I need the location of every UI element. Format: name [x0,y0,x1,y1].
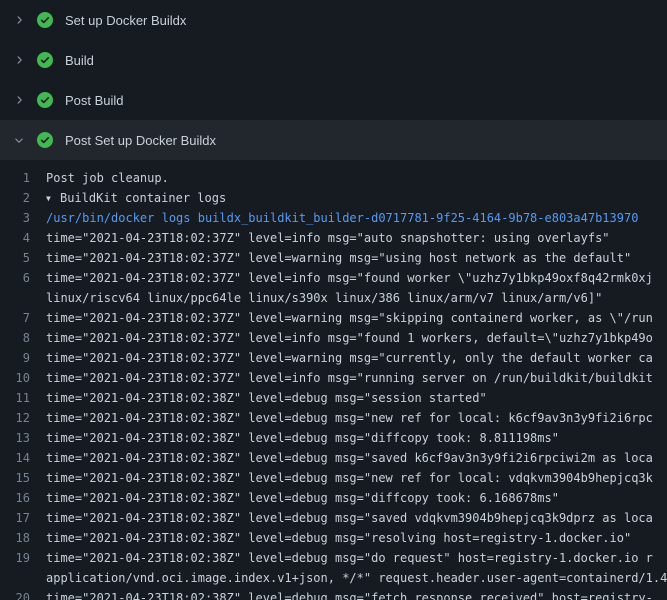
log-line-number[interactable]: 13 [0,428,46,448]
log-line: 13 time="2021-04-23T18:02:38Z" level=deb… [0,428,667,448]
step-header-build[interactable]: Build [0,40,667,80]
success-check-circle-icon [37,132,53,148]
log-line-text: /usr/bin/docker logs buildx_buildkit_bui… [46,208,667,228]
success-check-circle-icon [37,12,53,28]
log-line-text: time="2021-04-23T18:02:37Z" level=info m… [46,268,667,288]
log-line-text: time="2021-04-23T18:02:38Z" level=debug … [46,508,667,528]
log-line-number[interactable]: 20 [0,588,46,600]
log-line-number[interactable]: 1 [0,168,46,188]
log-line: 18 time="2021-04-23T18:02:38Z" level=deb… [0,528,667,548]
step-label: Build [65,53,94,68]
step-header-set-up-docker-buildx[interactable]: Set up Docker Buildx [0,0,667,40]
log-line-number [0,288,46,308]
log-line: 4 time="2021-04-23T18:02:37Z" level=info… [0,228,667,248]
log-line-text: time="2021-04-23T18:02:38Z" level=debug … [46,588,667,600]
log-group-caret-icon[interactable]: ▼ [46,189,60,208]
workflow-log-viewer: Set up Docker Buildx Build Post Buil [0,0,667,600]
log-line-text: time="2021-04-23T18:02:38Z" level=debug … [46,428,667,448]
log-line: 16 time="2021-04-23T18:02:38Z" level=deb… [0,488,667,508]
chevron-right-icon[interactable] [13,52,27,68]
log-line-text: time="2021-04-23T18:02:37Z" level=info m… [46,328,667,348]
log-line-number[interactable]: 4 [0,228,46,248]
log-line-number[interactable]: 11 [0,388,46,408]
log-line: 11 time="2021-04-23T18:02:38Z" level=deb… [0,388,667,408]
log-line: 7 time="2021-04-23T18:02:37Z" level=warn… [0,308,667,328]
log-line-number[interactable]: 14 [0,448,46,468]
chevron-down-icon[interactable] [13,132,27,148]
log-line: 15 time="2021-04-23T18:02:38Z" level=deb… [0,468,667,488]
log-line: 10 time="2021-04-23T18:02:37Z" level=inf… [0,368,667,388]
log-line-text: time="2021-04-23T18:02:37Z" level=warnin… [46,248,667,268]
log-line-number[interactable]: 10 [0,368,46,388]
log-line: 6 time="2021-04-23T18:02:37Z" level=info… [0,268,667,288]
log-line-text: time="2021-04-23T18:02:38Z" level=debug … [46,388,667,408]
log-line-number[interactable]: 9 [0,348,46,368]
log-line-number[interactable]: 7 [0,308,46,328]
log-line-text: time="2021-04-23T18:02:38Z" level=debug … [46,528,667,548]
log-line-number[interactable]: 19 [0,548,46,568]
step-label: Post Set up Docker Buildx [65,133,216,148]
log-line: 12 time="2021-04-23T18:02:38Z" level=deb… [0,408,667,428]
log-line-number[interactable]: 18 [0,528,46,548]
log-line-text: time="2021-04-23T18:02:37Z" level=info m… [46,228,667,248]
log-line-text: time="2021-04-23T18:02:37Z" level=warnin… [46,348,667,368]
log-line-number[interactable]: 15 [0,468,46,488]
log-line-text: Post job cleanup. [46,168,667,188]
log-line-number[interactable]: 17 [0,508,46,528]
log-line-text: time="2021-04-23T18:02:38Z" level=debug … [46,488,667,508]
log-line-text: time="2021-04-23T18:02:38Z" level=debug … [46,408,667,428]
log-line-number[interactable]: 8 [0,328,46,348]
log-line-text: application/vnd.oci.image.index.v1+json,… [46,568,667,588]
job-steps: Set up Docker Buildx Build Post Buil [0,0,667,160]
step-label: Post Build [65,93,124,108]
chevron-right-icon[interactable] [13,12,27,28]
log-line-text: time="2021-04-23T18:02:38Z" level=debug … [46,548,667,568]
chevron-right-icon[interactable] [13,92,27,108]
step-label: Set up Docker Buildx [65,13,186,28]
log-line-number[interactable]: 6 [0,268,46,288]
log-line-text: linux/riscv64 linux/ppc64le linux/s390x … [46,288,667,308]
log-line: 8 time="2021-04-23T18:02:37Z" level=info… [0,328,667,348]
log-line-text: time="2021-04-23T18:02:38Z" level=debug … [46,468,667,488]
log-line-text: time="2021-04-23T18:02:38Z" level=debug … [46,448,667,468]
log-line-number[interactable]: 16 [0,488,46,508]
log-line-text[interactable]: ▼BuildKit container logs [46,188,667,208]
log-line-number[interactable]: 2 [0,188,46,208]
log-line-number[interactable]: 5 [0,248,46,268]
log-line-number[interactable]: 3 [0,208,46,228]
log-line: 20 time="2021-04-23T18:02:38Z" level=deb… [0,588,667,600]
log-group-header: 2 ▼BuildKit container logs [0,188,667,208]
step-header-post-build[interactable]: Post Build [0,80,667,120]
log-line-continuation: linux/riscv64 linux/ppc64le linux/s390x … [0,288,667,308]
log-line-number [0,568,46,588]
log-line-text: time="2021-04-23T18:02:37Z" level=info m… [46,368,667,388]
log-area: 1 Post job cleanup. 2 ▼BuildKit containe… [0,160,667,600]
log-line: 14 time="2021-04-23T18:02:38Z" level=deb… [0,448,667,468]
log-line: 5 time="2021-04-23T18:02:37Z" level=warn… [0,248,667,268]
step-header-post-set-up-docker-buildx[interactable]: Post Set up Docker Buildx [0,120,667,160]
success-check-circle-icon [37,52,53,68]
log-line: 9 time="2021-04-23T18:02:37Z" level=warn… [0,348,667,368]
log-line: 3 /usr/bin/docker logs buildx_buildkit_b… [0,208,667,228]
log-line-text: time="2021-04-23T18:02:37Z" level=warnin… [46,308,667,328]
log-line: 19 time="2021-04-23T18:02:38Z" level=deb… [0,548,667,568]
log-line-number[interactable]: 12 [0,408,46,428]
log-line-continuation: application/vnd.oci.image.index.v1+json,… [0,568,667,588]
log-line: 1 Post job cleanup. [0,168,667,188]
log-line: 17 time="2021-04-23T18:02:38Z" level=deb… [0,508,667,528]
success-check-circle-icon [37,92,53,108]
